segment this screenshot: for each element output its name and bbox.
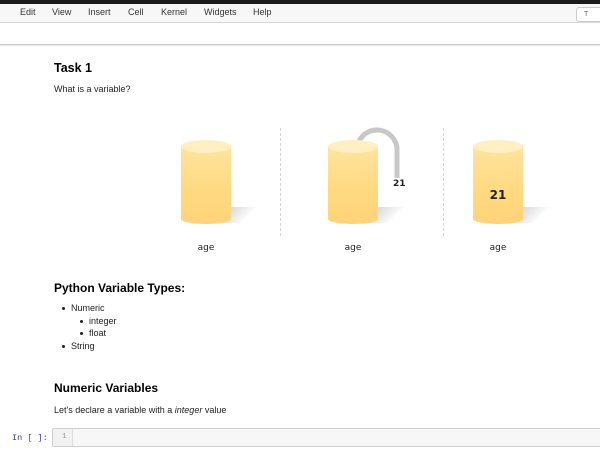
list-item-integer: integer (80, 316, 117, 326)
variable-illustration: age 21 age 21 age (150, 118, 570, 263)
stored-value: 21 (489, 188, 507, 202)
menu-help[interactable]: Help (253, 7, 272, 17)
declare-text: Let's declare a variable with a integer … (54, 405, 227, 415)
line-number: 1 (62, 433, 67, 441)
header-shadow (0, 45, 600, 47)
menu-cell[interactable]: Cell (128, 7, 144, 17)
menu-insert[interactable]: Insert (88, 7, 111, 17)
code-cell-editor[interactable]: 1 (52, 428, 600, 447)
emphasis-integer: integer (174, 405, 203, 415)
toolbar-area (0, 24, 600, 45)
panel-divider (443, 128, 444, 236)
menu-bar: Edit View Insert Cell Kernel Widgets Hel… (0, 4, 600, 23)
input-prompt: In [ ]: (12, 433, 48, 443)
line-gutter: 1 (53, 429, 73, 446)
variable-label: age (344, 243, 362, 253)
task-question: What is a variable? (54, 84, 131, 94)
assigning-variable-cylinder (328, 140, 378, 226)
filled-variable-cylinder: 21 (473, 140, 523, 226)
numeric-heading: Numeric Variables (54, 381, 159, 395)
menu-view[interactable]: View (52, 7, 71, 17)
list-item-string: String (62, 341, 95, 351)
menu-kernel[interactable]: Kernel (161, 7, 187, 17)
menu-widgets[interactable]: Widgets (204, 7, 237, 17)
variable-label: age (197, 243, 215, 253)
types-heading: Python Variable Types: (54, 281, 186, 295)
panel-divider (280, 128, 281, 236)
empty-variable-cylinder (181, 140, 231, 226)
task-heading: Task 1 (54, 61, 92, 75)
menu-edit[interactable]: Edit (20, 7, 36, 17)
list-item-float: float (79, 328, 107, 338)
incoming-value: 21 (393, 179, 406, 189)
list-item-numeric: Numeric (62, 303, 105, 313)
variable-label: age (489, 243, 507, 253)
kernel-indicator[interactable]: T (576, 7, 600, 22)
